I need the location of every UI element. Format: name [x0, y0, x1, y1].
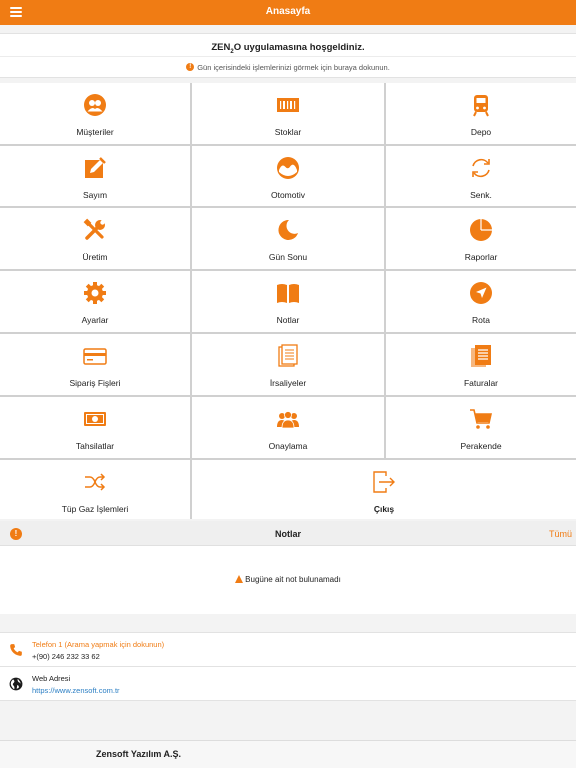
sync-icon: [472, 158, 490, 178]
menu-tile-onaylama[interactable]: Onaylama: [192, 397, 384, 458]
cash-icon: [84, 412, 106, 426]
menu-tile-uretim[interactable]: Üretim: [0, 208, 190, 269]
main-menu-grid: Müşteriler Stoklar Depo Sayım Otomotiv S…: [0, 83, 576, 519]
menu-tile-label: Faturalar: [463, 378, 498, 388]
customers-icon: [84, 94, 106, 116]
train-icon: [473, 95, 489, 117]
footer: Zensoft Yazılım A.Ş.: [0, 740, 576, 768]
pie-chart-icon: [470, 219, 492, 241]
menu-tile-notlar[interactable]: Notlar: [192, 271, 384, 332]
notes-title: Notlar: [274, 529, 301, 539]
menu-tile-label: Rota: [472, 315, 490, 325]
credit-card-icon: [83, 348, 107, 365]
document-icon: [278, 344, 298, 367]
gauge-icon: [277, 157, 299, 179]
menu-tile-label: Sayım: [82, 190, 108, 200]
invoice-icon: [471, 345, 491, 367]
globe-icon: [9, 677, 23, 691]
navigation-icon: [470, 282, 492, 304]
notes-header: ! Notlar Tümü: [0, 521, 576, 546]
contact-label: Web Adresi: [32, 674, 71, 683]
menu-tile-label: Senk.: [470, 190, 492, 200]
company-name: Zensoft Yazılım A.Ş.: [96, 749, 182, 759]
menu-tile-senk[interactable]: Senk.: [386, 146, 576, 206]
menu-tile-cikis[interactable]: Çıkış: [192, 460, 576, 519]
menu-tile-label: Notlar: [276, 315, 300, 325]
group-icon: [277, 411, 299, 429]
menu-tile-depo[interactable]: Depo: [386, 83, 576, 144]
cart-icon: [470, 409, 492, 429]
info-icon: !: [186, 63, 195, 72]
divider: [0, 700, 576, 701]
moon-icon: [278, 219, 298, 240]
contact-phone-row[interactable]: Telefon 1 (Arama yapmak için dokunun) +(…: [0, 632, 576, 666]
menu-tile-gun-sonu[interactable]: Gün Sonu: [192, 208, 384, 269]
menu-tile-faturalar[interactable]: Faturalar: [386, 334, 576, 395]
menu-tile-irsaliyeler[interactable]: İrsaliyeler: [192, 334, 384, 395]
contact-label: Telefon 1 (Arama yapmak için dokunun): [32, 640, 165, 649]
welcome-banner[interactable]: ZEN2O uygulamasına hoşgeldiniz. ! Gün içe…: [0, 33, 576, 78]
menu-tile-label: Çıkış: [373, 504, 395, 514]
menu-tile-label: Gün Sonu: [268, 252, 308, 262]
book-icon: [277, 284, 299, 303]
contact-value: +(90) 246 232 33 62: [32, 652, 100, 661]
shuffle-icon: [85, 473, 106, 491]
notes-empty-message: Bugüne ait not bulunamadı: [0, 575, 576, 584]
menu-tile-musteriler[interactable]: Müşteriler: [0, 83, 190, 144]
menu-tile-tahsilatlar[interactable]: Tahsilatlar: [0, 397, 190, 458]
menu-tile-rota[interactable]: Rota: [386, 271, 576, 332]
menu-tile-label: Depo: [470, 127, 492, 137]
menu-tile-perakende[interactable]: Perakende: [386, 397, 576, 458]
menu-tile-label: Otomotiv: [270, 190, 305, 200]
top-nav-bar: Anasayfa: [0, 0, 576, 25]
menu-tile-label: Raporlar: [464, 252, 498, 262]
barcode-icon: [277, 98, 299, 112]
phone-icon: [10, 644, 22, 656]
page-title: Anasayfa: [265, 6, 311, 17]
warning-icon: [235, 575, 244, 583]
notes-all-link[interactable]: Tümü: [549, 529, 572, 539]
edit-icon: [85, 157, 106, 178]
menu-tile-label: İrsaliyeler: [269, 378, 307, 388]
menu-tile-raporlar[interactable]: Raporlar: [386, 208, 576, 269]
divider: [0, 56, 576, 57]
tools-icon: [83, 218, 105, 240]
menu-tile-label: Sipariş Fişleri: [69, 378, 121, 388]
menu-tile-label: Tahsilatlar: [75, 441, 115, 451]
menu-tile-stoklar[interactable]: Stoklar: [192, 83, 384, 144]
contact-web-row[interactable]: Web Adresi https://www.zensoft.com.tr: [0, 666, 576, 700]
menu-tile-ayarlar[interactable]: Ayarlar: [0, 271, 190, 332]
menu-tile-label: Üretim: [82, 252, 108, 262]
menu-tile-label: Perakende: [460, 441, 502, 451]
website-link[interactable]: https://www.zensoft.com.tr: [32, 686, 120, 695]
menu-tile-label: Onaylama: [268, 441, 308, 451]
menu-tile-tup-gaz-islemleri[interactable]: Tüp Gaz İşlemleri: [0, 460, 190, 519]
menu-tile-siparis-fisleri[interactable]: Sipariş Fişleri: [0, 334, 190, 395]
gear-icon: [84, 282, 106, 304]
menu-tile-label: Müşteriler: [76, 127, 114, 137]
logout-icon: [373, 471, 395, 493]
notes-list: Bugüne ait not bulunamadı: [0, 546, 576, 614]
menu-tile-label: Ayarlar: [81, 315, 109, 325]
welcome-title: ZEN2O uygulamasına hoşgeldiniz.: [211, 42, 365, 55]
menu-tile-label: Tüp Gaz İşlemleri: [61, 504, 129, 514]
welcome-hint[interactable]: ! Gün içerisindeki işlemlerinizi görmek i…: [0, 63, 576, 72]
menu-tile-otomotiv[interactable]: Otomotiv: [192, 146, 384, 206]
menu-tile-sayim[interactable]: Sayım: [0, 146, 190, 206]
menu-tile-label: Stoklar: [274, 127, 302, 137]
